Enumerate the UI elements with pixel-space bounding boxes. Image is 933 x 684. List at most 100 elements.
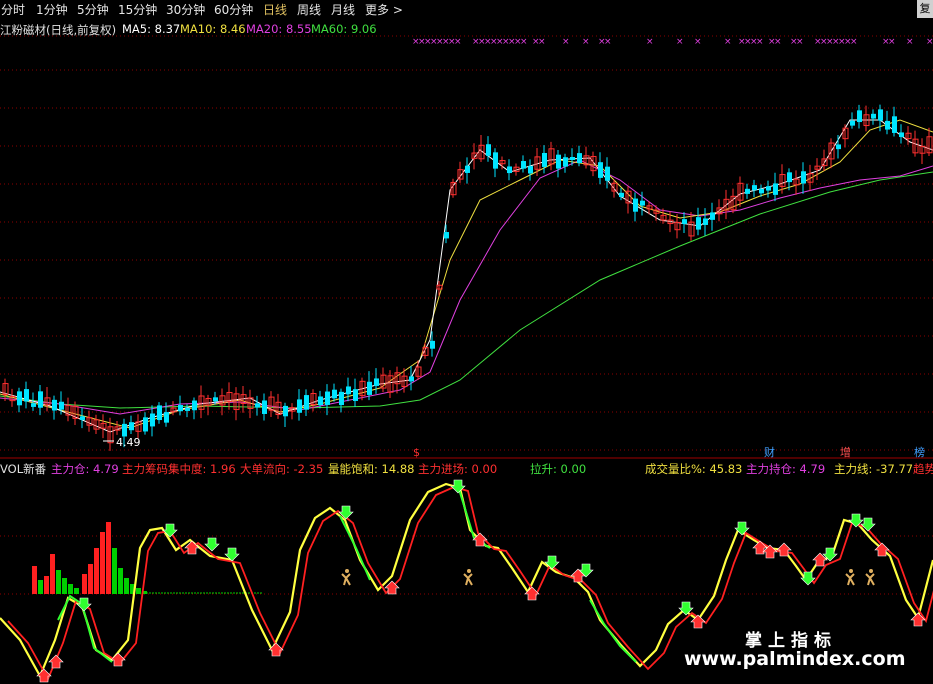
candle-body-down	[619, 192, 624, 198]
volume-bar	[74, 588, 79, 594]
volume-bar	[32, 566, 37, 594]
candle-body-down	[80, 416, 85, 420]
x-marker: ×	[582, 37, 590, 47]
runner-icon	[845, 573, 855, 586]
ma60-line	[0, 171, 933, 409]
signal-arrow-up	[36, 668, 52, 683]
x-marker: ×	[676, 37, 684, 47]
volume-bar	[82, 574, 87, 594]
candle-body-down	[374, 378, 379, 386]
candle-body-down	[836, 144, 841, 150]
x-marker: ×	[562, 37, 570, 47]
candle-body-down	[493, 152, 498, 169]
x-marker: ×	[926, 37, 933, 47]
candle-body-down	[521, 161, 526, 169]
ma20-line	[0, 159, 933, 415]
candle-body-down	[710, 212, 715, 220]
candle-body-down	[409, 376, 414, 382]
signal-arrow-down	[204, 537, 220, 552]
candle-body-down	[38, 391, 43, 408]
candle-body-down	[430, 340, 435, 349]
candle-body-down	[752, 185, 757, 191]
candle-body-down	[367, 381, 372, 395]
signal-arrow-up	[110, 652, 126, 667]
x-marker: ×	[888, 37, 896, 47]
candle-body-down	[577, 153, 582, 164]
candle-body-down	[871, 113, 876, 119]
candle-body-down	[885, 120, 890, 130]
candle-body-down	[598, 162, 603, 178]
candle-body-down	[507, 166, 512, 174]
x-marker: ×	[724, 37, 732, 47]
volume-bar	[38, 580, 43, 594]
runner-icon	[463, 573, 473, 586]
oscillator-green-segment	[339, 515, 371, 581]
candle-body-down	[528, 166, 533, 174]
candle-body-down	[17, 391, 22, 406]
volume-bar	[56, 570, 61, 594]
candle-body-down	[766, 186, 771, 191]
candle-body-down	[850, 120, 855, 126]
signal-arrow-down	[162, 523, 178, 538]
candle-body-down	[605, 166, 610, 181]
candle-body-down	[857, 110, 862, 123]
candle-body-down	[164, 412, 169, 423]
signal-arrow-down	[450, 479, 466, 494]
candle-body-down	[185, 407, 190, 411]
low-price-label: 4.49	[116, 436, 141, 449]
candle-body-down	[122, 423, 127, 437]
candle-body-down	[899, 132, 904, 138]
candle-body-down	[773, 183, 778, 195]
x-marker: ×	[906, 37, 914, 47]
volume-bar	[50, 554, 55, 594]
candle-body-down	[878, 109, 883, 121]
signal-arrow-up	[776, 542, 792, 557]
volume-bar	[94, 548, 99, 594]
x-marker: ×	[646, 37, 654, 47]
candle-body-down	[31, 403, 36, 407]
volume-bar	[88, 564, 93, 594]
volume-bar	[68, 584, 73, 594]
volume-bar	[100, 532, 105, 594]
candle-body-down	[444, 232, 449, 239]
candle-body-down	[24, 389, 29, 402]
candle-body-down	[703, 218, 708, 225]
candlesticks	[2, 104, 933, 451]
marker-ranking: 榜	[914, 445, 925, 459]
candle-body-down	[129, 422, 134, 431]
signal-arrow-down	[544, 555, 560, 570]
candle-body-down	[150, 413, 155, 427]
candle-body-down	[262, 400, 267, 414]
candle-body-down	[297, 399, 302, 413]
signal-arrow-down	[800, 571, 816, 586]
volume-bar	[62, 578, 67, 594]
candle-body-down	[640, 200, 645, 206]
candle-body-down	[801, 171, 806, 184]
candle-body-down	[542, 152, 547, 167]
volume-bar	[118, 568, 123, 594]
marker-finance: 财	[764, 445, 775, 459]
x-marker: ×	[796, 37, 804, 47]
signal-arrow-up	[48, 654, 64, 669]
candle-body-down	[633, 198, 638, 212]
candle-body-down	[353, 389, 358, 401]
runner-icon-head	[849, 569, 853, 573]
kline-chart[interactable]: ×××××××× ××××××××× ×× × × ×× × × × × ×××× ×× ×× ×××××…	[0, 0, 933, 684]
candle-body-down	[465, 165, 470, 173]
candle-body-down	[892, 116, 897, 133]
candle-body-down	[143, 417, 148, 432]
x-marker: ×	[756, 37, 764, 47]
x-marker: ×	[850, 37, 858, 47]
candle-body-down	[745, 188, 750, 194]
candle-body-down	[52, 399, 57, 411]
candle-body-down	[283, 405, 288, 417]
candle-body-down	[178, 405, 183, 412]
candle-body-down	[255, 403, 260, 408]
volume-bar	[124, 578, 129, 594]
runner-icon-head	[869, 569, 873, 573]
candle-body-down	[157, 405, 162, 421]
candle-body-down	[696, 217, 701, 230]
candle-body-down	[339, 391, 344, 406]
x-marker: ×	[604, 37, 612, 47]
candle-body-down	[563, 157, 568, 167]
